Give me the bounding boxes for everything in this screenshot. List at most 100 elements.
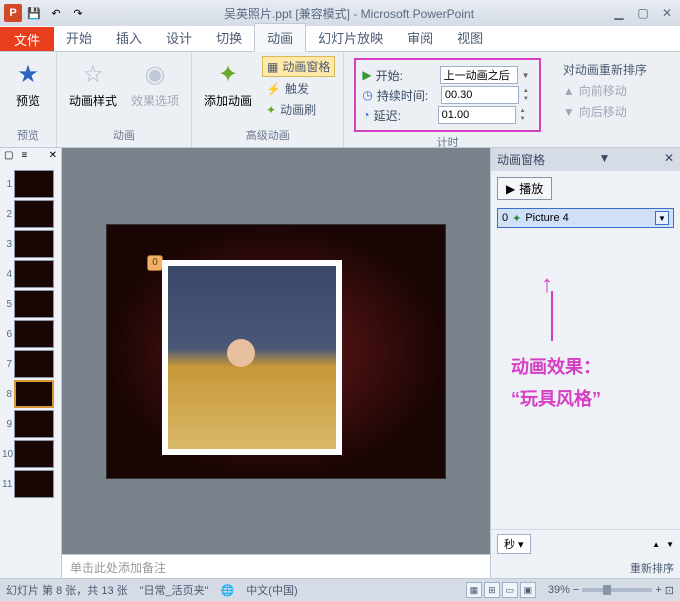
thumbnail-tabs: ▢ ≡ ✕ [0,148,61,166]
maximize-button[interactable]: ▢ [634,6,652,20]
animation-item[interactable]: 0 ✦ Picture 4 ▼ [497,208,674,228]
effect-star-icon: ✦ [512,212,521,225]
zoom-handle[interactable] [603,585,611,595]
thumbnail-4[interactable]: 4 [2,260,59,288]
tab-transitions[interactable]: 切换 [204,24,254,51]
photo-frame[interactable] [162,260,342,455]
star-icon: ★ [12,58,44,90]
close-thumbnails-icon[interactable]: ✕ [45,148,61,166]
add-animation-button[interactable]: ✦ 添加动画 [200,56,256,111]
start-dropdown[interactable]: 上一动画之后 [440,66,518,84]
zoom-level: 39% [548,584,570,596]
normal-view-icon[interactable]: ▦ [466,582,482,598]
redo-icon[interactable]: ↷ [68,3,88,23]
move-backward-button: ▼向后移动 [559,102,651,121]
save-icon[interactable]: 💾 [24,3,44,23]
outline-tab-icon[interactable]: ≡ [17,148,31,166]
pane-dropdown-icon[interactable]: ▼ [599,151,611,168]
animation-pane: 动画窗格 ▼ ✕ ▶播放 0 ✦ Picture 4 ▼ ↑ 动画效果： “玩具… [490,148,680,578]
reorder-label: 对动画重新排序 [559,60,651,79]
thumbnail-2[interactable]: 2 [2,200,59,228]
lightning-icon: ⚡ [266,82,281,96]
annotation-line [551,291,553,341]
tab-animations[interactable]: 动画 [254,23,306,52]
zoom-out-button[interactable]: − [573,584,579,596]
notes-pane[interactable]: 单击此处添加备注 [62,554,490,578]
animation-pane-button[interactable]: ▦动画窗格 [262,56,335,77]
group-label: 计时 [352,134,542,150]
star-outline-icon: ☆ [77,58,109,90]
close-button[interactable]: ✕ [658,6,676,20]
duration-label: 持续时间: [377,87,437,104]
trigger-button[interactable]: ⚡触发 [262,79,335,98]
slide-thumbnails: ▢ ≡ ✕ 1234567891011 [0,148,62,578]
group-preview: ★ 预览 预览 [0,52,57,147]
language-icon[interactable]: 🌐 [221,584,235,597]
start-label: 开始: [376,67,436,84]
spin-up-icon[interactable]: ▲ [523,87,533,95]
chevron-down-icon[interactable]: ▼ [522,71,530,80]
thumbnail-10[interactable]: 10 [2,440,59,468]
thumbnail-5[interactable]: 5 [2,290,59,318]
tab-file[interactable]: 文件 [0,27,54,51]
preview-label: 预览 [16,92,40,109]
thumbnail-9[interactable]: 9 [2,410,59,438]
seconds-dropdown[interactable]: 秒 ▾ [497,534,531,554]
zoom-in-button[interactable]: + [655,584,661,596]
zoom-slider[interactable] [582,588,652,592]
group-advanced: ✦ 添加动画 ▦动画窗格 ⚡触发 ✦动画刷 高级动画 [192,52,344,147]
thumbnail-11[interactable]: 11 [2,470,59,498]
zoom-controls: 39% − + ⊡ [548,584,674,597]
workspace: ▢ ≡ ✕ 1234567891011 0 单击此处添加备注 动画窗格 ▼ ✕ … [0,148,680,578]
pane-close-icon[interactable]: ✕ [664,151,674,168]
title-bar: P 💾 ↶ ↷ 吴英照片.ppt [兼容模式] - Microsoft Powe… [0,0,680,26]
tab-home[interactable]: 开始 [54,24,104,51]
thumbnail-1[interactable]: 1 [2,170,59,198]
thumbnail-3[interactable]: 3 [2,230,59,258]
app-icon[interactable]: P [4,4,22,22]
sorter-view-icon[interactable]: ⊞ [484,582,500,598]
pane-icon: ▦ [267,60,278,74]
thumbnail-8[interactable]: 8 [2,380,59,408]
play-button[interactable]: ▶播放 [497,177,552,200]
tab-insert[interactable]: 插入 [104,24,154,51]
options-label: 效果选项 [131,92,179,109]
reorder-up-icon[interactable]: ▲ [652,540,660,549]
group-animation: ☆ 动画样式 ◉ 效果选项 动画 [57,52,192,147]
brush-icon: ✦ [266,103,276,117]
slides-tab-icon[interactable]: ▢ [0,148,17,166]
tab-design[interactable]: 设计 [154,24,204,51]
styles-label: 动画样式 [69,92,117,109]
group-reorder: 对动画重新排序 ▲向前移动 ▼向后移动 [551,52,659,147]
thumbnail-7[interactable]: 7 [2,350,59,378]
reading-view-icon[interactable]: ▭ [502,582,518,598]
slide-canvas[interactable]: 0 [62,148,490,554]
tab-view[interactable]: 视图 [445,24,495,51]
spin-down-icon[interactable]: ▼ [523,95,533,103]
group-label: 预览 [8,127,48,143]
tab-review[interactable]: 审阅 [395,24,445,51]
thumbnail-6[interactable]: 6 [2,320,59,348]
slideshow-view-icon[interactable]: ▣ [520,582,536,598]
pane-title: 动画窗格 [497,151,545,168]
undo-icon[interactable]: ↶ [46,3,66,23]
delay-input[interactable] [438,106,516,124]
delay-icon: ◔ [362,108,369,122]
slide[interactable]: 0 [106,224,446,479]
minimize-button[interactable]: ▁ [610,6,628,20]
status-bar: 幻灯片 第 8 张，共 13 张 "日常_活页夹" 🌐 中文(中国) ▦ ⊞ ▭… [0,578,680,601]
up-arrow-icon: ▲ [563,84,575,98]
animation-painter-button[interactable]: ✦动画刷 [262,100,335,119]
preview-button[interactable]: ★ 预览 [8,56,48,111]
spin-up-icon[interactable]: ▲ [520,107,530,115]
item-number: 0 [502,212,508,224]
animation-styles-button[interactable]: ☆ 动画样式 [65,56,121,111]
spin-down-icon[interactable]: ▼ [520,115,530,123]
move-forward-button: ▲向前移动 [559,81,651,100]
duration-input[interactable] [441,86,519,104]
animation-badge[interactable]: 0 [147,255,163,271]
fit-button[interactable]: ⊡ [665,584,674,597]
tab-slideshow[interactable]: 幻灯片放映 [306,24,395,51]
reorder-down-icon[interactable]: ▼ [666,540,674,549]
item-dropdown-icon[interactable]: ▼ [655,211,669,225]
